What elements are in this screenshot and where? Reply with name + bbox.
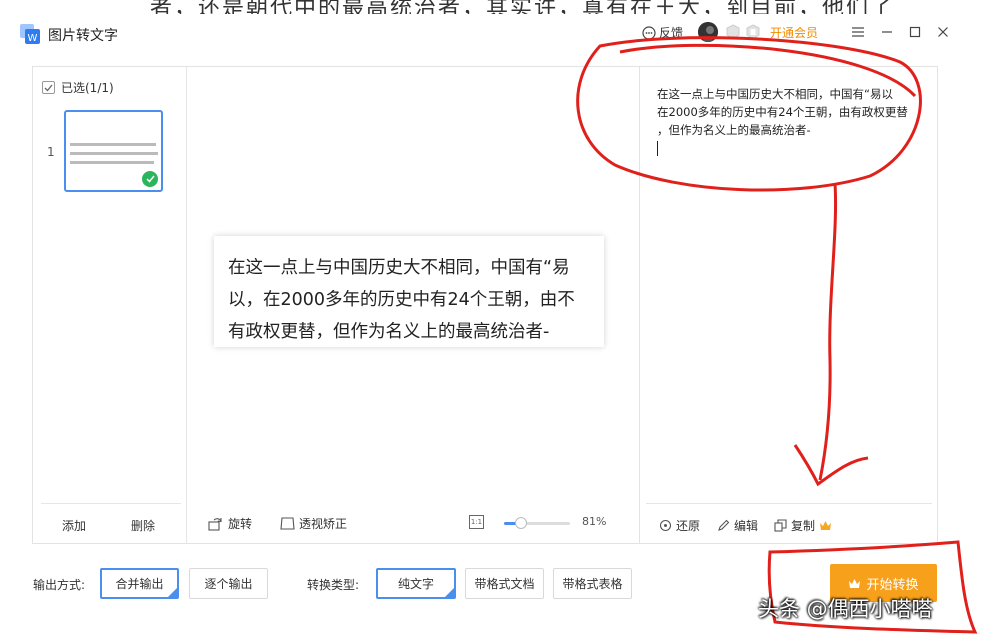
select-all-checkbox[interactable] — [42, 81, 55, 94]
restore-icon — [659, 519, 672, 532]
source-image: 在这一点上与中国历史大不相同，中国有“易 以，在2000多年的历史中有24个王朝… — [214, 236, 604, 347]
select-all-label: 已选(1/1) — [61, 81, 114, 95]
page-list-actions: 添加 删除 — [41, 503, 181, 543]
zoom-slider-handle[interactable] — [514, 517, 527, 529]
app-logo-icon: W — [20, 24, 40, 44]
source-image-line-3: 有政权更替，但作为名义上的最高统治者- — [228, 322, 550, 342]
result-line-2: 在2000多年的历史中有24个王朝，由有政权更替 — [657, 105, 908, 119]
zoom-level: 81% — [582, 515, 607, 528]
single-output-button[interactable]: 逐个输出 — [189, 568, 268, 599]
close-icon — [938, 27, 948, 37]
source-image-line-1: 在这一点上与中国历史大不相同，中国有“易 — [228, 258, 570, 278]
perspective-correction-button[interactable]: 透视矫正 — [280, 515, 347, 532]
thumb-text-line — [70, 143, 156, 146]
formatted-doc-button[interactable]: 带格式文档 — [465, 568, 544, 599]
edit-label: 编辑 — [734, 519, 759, 533]
thumb-page-number: 1 — [47, 145, 55, 159]
svg-text:W: W — [28, 33, 38, 44]
plain-text-button[interactable]: 纯文字 — [376, 568, 456, 599]
copy-icon — [774, 519, 787, 532]
menu-icon — [852, 27, 864, 37]
output-mode-label: 输出方式: — [33, 578, 86, 592]
app-title: 图片转文字 — [48, 28, 118, 44]
maximize-button[interactable] — [904, 22, 926, 42]
edit-button[interactable]: 编辑 — [717, 517, 758, 534]
delete-page-button[interactable]: 删除 — [131, 517, 155, 534]
result-toolbar: 还原 编辑 复制 — [646, 503, 932, 543]
zoom-slider[interactable] — [504, 517, 570, 529]
minimize-button[interactable] — [876, 22, 898, 42]
image-preview-panel: 在这一点上与中国历史大不相同，中国有“易 以，在2000多年的历史中有24个王朝… — [188, 67, 638, 543]
feedback-button[interactable]: 反馈 — [642, 24, 683, 41]
vip-badge-icon[interactable] — [726, 24, 740, 40]
avatar-icon — [698, 22, 718, 42]
thumb-text-line — [70, 161, 154, 164]
watermark: 头条 @偶西小嗒嗒 — [758, 597, 933, 621]
page-done-badge — [142, 171, 158, 187]
title-bar: W 图片转文字 反馈 开通会员 — [0, 14, 983, 52]
edit-icon — [718, 519, 730, 531]
vip-crown-icon — [820, 521, 832, 530]
restore-label: 还原 — [676, 519, 701, 533]
merge-output-button[interactable]: 合并输出 — [100, 568, 179, 599]
text-cursor — [657, 141, 658, 156]
perspective-icon — [280, 517, 295, 530]
preview-toolbar: 旋转 透视矫正 1:1 81% — [188, 503, 638, 543]
rotate-button[interactable]: 旋转 — [208, 515, 252, 532]
result-line-3: ，但作为名义上的最高统治者- — [657, 123, 811, 137]
page-list-panel: 已选(1/1) 1 添加 删除 — [33, 67, 187, 543]
level-badge-icon[interactable] — [746, 24, 760, 40]
result-text-area[interactable]: 在这一点上与中国历史大不相同，中国有“易以 在2000多年的历史中有24个王朝，… — [657, 85, 925, 156]
restore-button[interactable]: 还原 — [659, 517, 700, 534]
user-avatar[interactable] — [698, 22, 718, 42]
background-document-text: 者，还是朝代中的最高统治者，其实许，真有在王大，到目前，他们了 — [150, 0, 895, 14]
page-thumbnail[interactable] — [64, 110, 163, 192]
main-workspace: 已选(1/1) 1 添加 删除 在这一点上与中国历史大不相同，中国有“易 以，在… — [32, 66, 938, 544]
open-vip-link[interactable]: 开通会员 — [770, 24, 818, 41]
fit-size-icon[interactable]: 1:1 — [469, 515, 484, 529]
crown-icon — [849, 578, 861, 588]
menu-button[interactable] — [847, 22, 869, 42]
maximize-icon — [909, 26, 921, 38]
minimize-icon — [882, 31, 892, 33]
rotate-icon — [208, 517, 222, 531]
convert-type-label: 转换类型: — [307, 578, 360, 592]
feedback-icon — [642, 25, 656, 40]
copy-button[interactable]: 复制 — [774, 517, 832, 534]
result-panel: 在这一点上与中国历史大不相同，中国有“易以 在2000多年的历史中有24个王朝，… — [639, 67, 937, 543]
thumb-text-line — [70, 152, 158, 155]
perspective-label: 透视矫正 — [299, 517, 348, 531]
feedback-label: 反馈 — [659, 26, 684, 40]
start-convert-label: 开始转换 — [866, 577, 919, 593]
success-check-icon — [145, 175, 155, 183]
background-document-strip: 者，还是朝代中的最高统治者，其实许，真有在王大，到目前，他们了 — [150, 0, 983, 14]
close-button[interactable] — [932, 22, 954, 42]
result-line-1: 在这一点上与中国历史大不相同，中国有“易以 — [657, 87, 893, 101]
add-page-button[interactable]: 添加 — [62, 517, 86, 534]
select-all-toggle[interactable]: 已选(1/1) — [42, 79, 114, 96]
formatted-table-button[interactable]: 带格式表格 — [553, 568, 632, 599]
source-image-line-2: 以，在2000多年的历史中有24个王朝，由不 — [228, 290, 575, 310]
checkmark-icon — [44, 84, 53, 91]
rotate-label: 旋转 — [228, 517, 253, 531]
copy-label: 复制 — [791, 519, 816, 533]
